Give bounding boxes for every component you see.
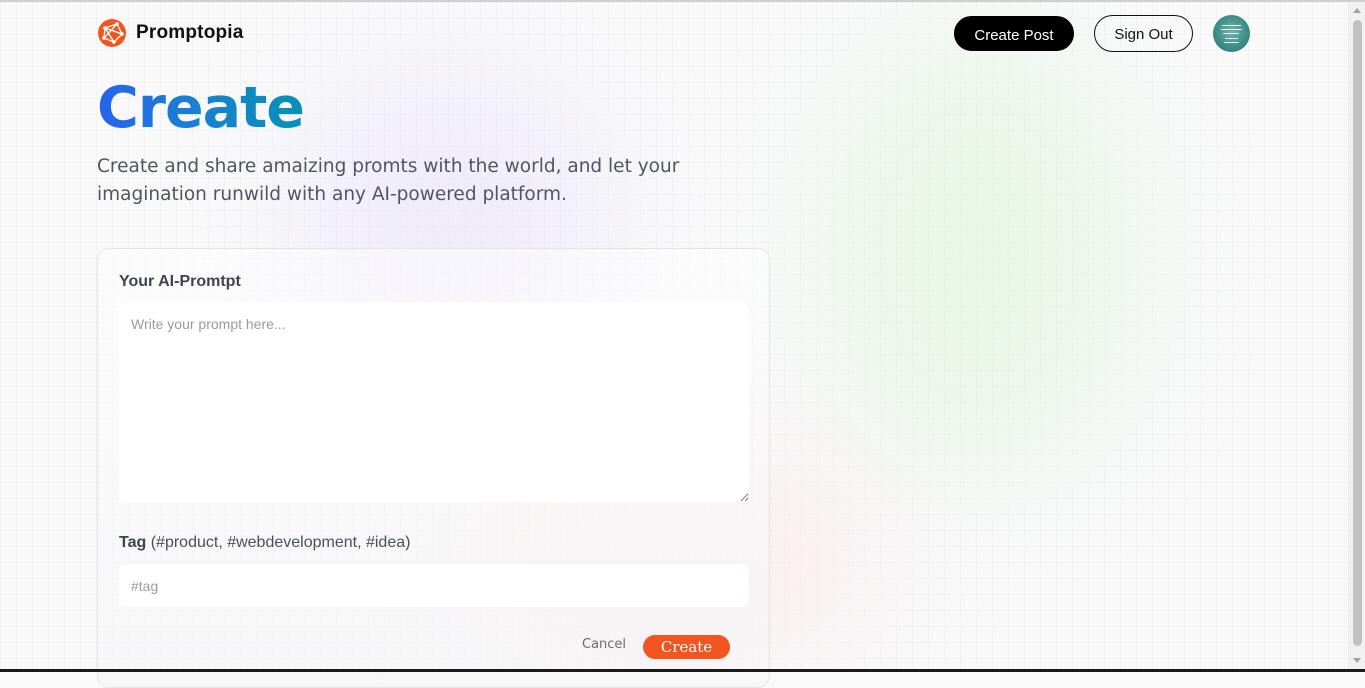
tag-label-hint: (#product, #webdevelopment, #idea) — [150, 534, 411, 551]
tag-label-title: Tag — [119, 534, 147, 551]
prompt-textarea[interactable] — [119, 302, 749, 502]
promptopia-logo-icon — [98, 19, 126, 47]
brand-name: Promptopia — [136, 22, 244, 43]
create-prompt-form: Your AI-Promtpt Tag (#product, #webdevel… — [97, 248, 770, 688]
background-glow-green — [830, 42, 1130, 462]
prompt-label: Your AI-Promtpt — [119, 273, 241, 290]
tag-input[interactable] — [119, 564, 749, 607]
create-submit-button[interactable]: Create — [643, 635, 730, 659]
vertical-scrollbar[interactable] — [1348, 2, 1365, 669]
scroll-up-arrow-icon[interactable] — [1353, 8, 1361, 13]
navbar: Promptopia Create Post Sign Out — [0, 0, 1348, 70]
page-description: Create and share amaizing promts with th… — [97, 156, 680, 205]
scroll-down-arrow-icon[interactable] — [1353, 658, 1361, 663]
scrollbar-thumb[interactable] — [1353, 20, 1362, 646]
user-avatar[interactable] — [1213, 15, 1250, 52]
brand-logo-link[interactable]: Promptopia — [97, 18, 244, 48]
page-title: Create — [97, 72, 305, 144]
create-post-button[interactable]: Create Post — [954, 16, 1074, 51]
sign-out-button[interactable]: Sign Out — [1094, 15, 1193, 52]
tag-label: Tag (#product, #webdevelopment, #idea) — [119, 534, 410, 552]
cancel-button[interactable]: Cancel — [582, 637, 626, 652]
